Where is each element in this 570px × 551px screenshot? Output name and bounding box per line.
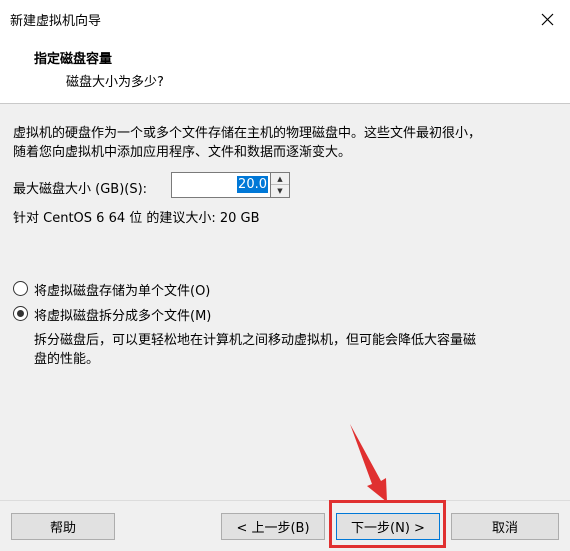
recommended-size: 针对 CentOS 6 64 位 的建议大小: 20 GB (13, 211, 260, 226)
footer-divider (0, 500, 570, 501)
multiple-files-desc-1: 拆分磁盘后，可以更轻松地在计算机之间移动虚拟机，但可能会降低大容量磁 (34, 333, 477, 348)
radio-single-file-label[interactable]: 将虚拟磁盘存储为单个文件(O) (34, 280, 210, 299)
close-icon (541, 13, 553, 25)
description-line-1: 虚拟机的硬盘作为一个或多个文件存储在主机的物理磁盘中。这些文件最初很小， (13, 126, 482, 141)
cancel-button[interactable]: 取消 (451, 513, 559, 540)
multiple-files-desc-2: 盘的性能。 (34, 352, 100, 367)
annotation-highlight-box (329, 500, 446, 548)
radio-single-file[interactable] (13, 281, 28, 296)
spin-up-button[interactable]: ▲ (271, 173, 289, 185)
disk-size-label: 最大磁盘大小 (GB)(S): (13, 182, 148, 197)
radio-multiple-files-label[interactable]: 将虚拟磁盘拆分成多个文件(M) (34, 305, 211, 324)
triangle-up-icon: ▲ (277, 174, 283, 183)
disk-size-spinner[interactable]: ▲ ▼ (271, 172, 290, 198)
title-bar: 新建虚拟机向导 (0, 0, 570, 38)
close-button[interactable] (524, 0, 570, 38)
wizard-header: 指定磁盘容量 磁盘大小为多少? (0, 38, 570, 104)
page-subtitle: 磁盘大小为多少? (66, 75, 164, 90)
disk-size-input[interactable]: 20.0 (171, 172, 271, 198)
radio-multiple-files[interactable] (13, 306, 28, 321)
description-line-2: 随着您向虚拟机中添加应用程序、文件和数据而逐渐变大。 (13, 145, 352, 160)
triangle-down-icon: ▼ (277, 187, 283, 195)
help-button[interactable]: 帮助 (11, 513, 115, 540)
disk-size-value: 20.0 (237, 176, 268, 193)
page-title: 指定磁盘容量 (34, 52, 113, 67)
back-button[interactable]: < 上一步(B) (221, 513, 325, 540)
window-title: 新建虚拟机向导 (10, 14, 102, 29)
spin-down-button[interactable]: ▼ (271, 185, 289, 197)
